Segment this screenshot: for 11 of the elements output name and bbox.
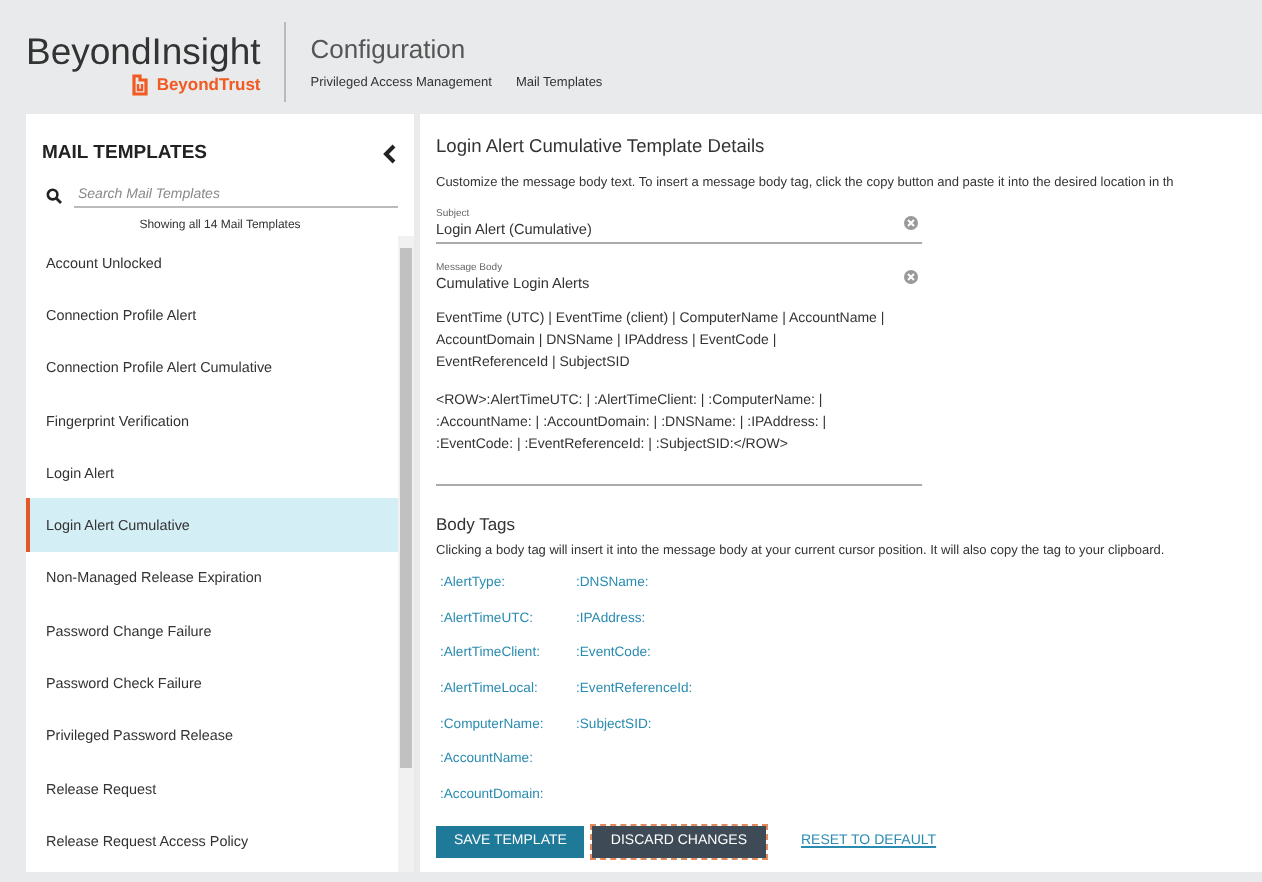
scrollbar[interactable] xyxy=(398,236,414,872)
collapse-icon[interactable] xyxy=(382,143,398,163)
section-heading: Body Tags xyxy=(436,514,518,534)
search-icon xyxy=(46,188,62,204)
details-title: Login Alert Cumulative Template Details xyxy=(436,136,767,156)
product-name: BeyondInsight xyxy=(26,29,261,73)
clear-icon[interactable] xyxy=(904,216,918,230)
clear-icon[interactable] xyxy=(904,270,918,284)
brand-logo: BeyondTrust xyxy=(130,73,261,95)
panel-title: MAIL TEMPLATES xyxy=(42,142,208,164)
section-title: Configuration xyxy=(310,34,468,64)
